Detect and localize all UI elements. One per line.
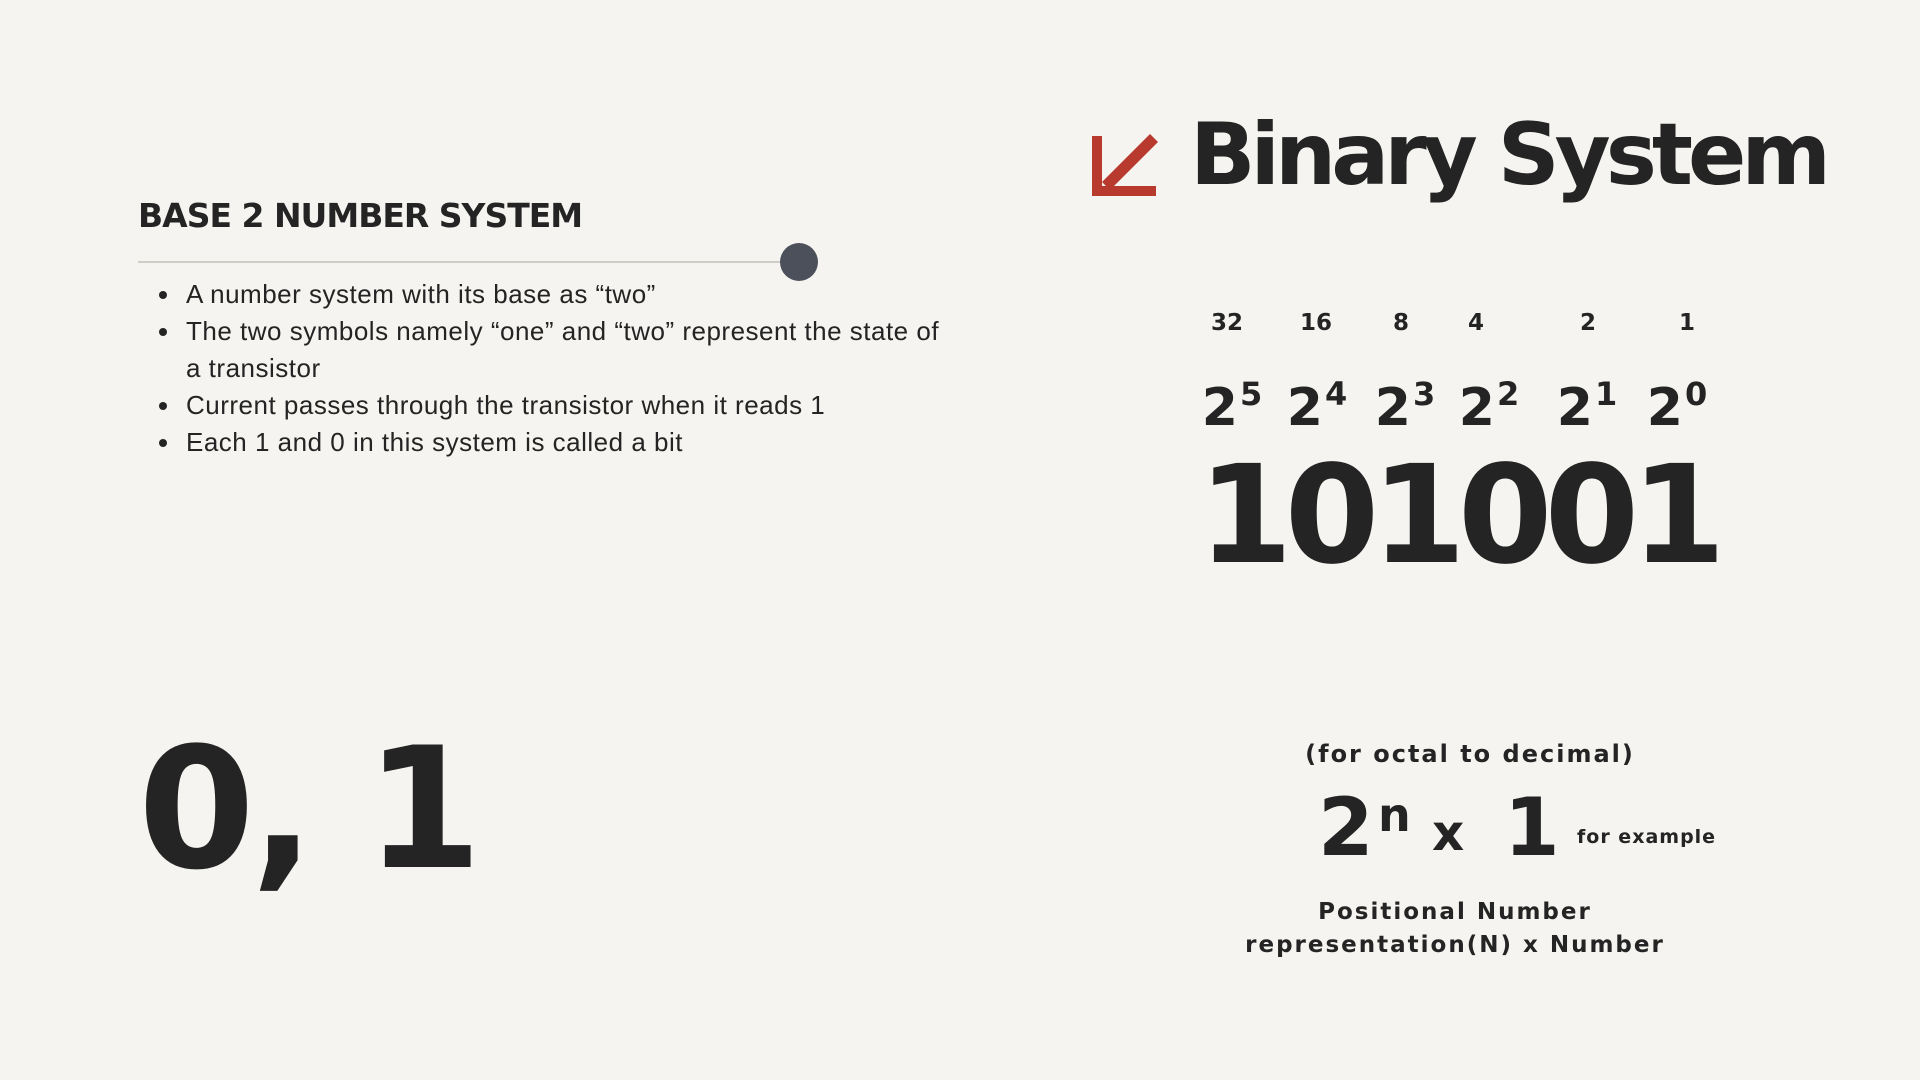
- power-of-two: 25: [1201, 375, 1263, 438]
- place-value: 16: [1299, 310, 1332, 336]
- formula-description: Positional Number representation(N) x Nu…: [1230, 896, 1680, 962]
- formula-base: 2: [1318, 781, 1374, 874]
- power-of-two: 23: [1374, 375, 1436, 438]
- bullet-item: A number system with its base as “two”: [182, 276, 942, 313]
- formula-description-line: representation(N) x Number: [1245, 932, 1665, 958]
- divider-line: [138, 261, 798, 263]
- formula-caption: (for octal to decimal): [1305, 740, 1635, 768]
- formula-number: 1: [1504, 781, 1560, 874]
- power-of-two: 24: [1286, 375, 1348, 438]
- place-value: 4: [1467, 310, 1484, 336]
- page-title: Binary System: [1190, 105, 1831, 205]
- bullet-item: Each 1 and 0 in this system is called a …: [182, 424, 942, 461]
- binary-number: 101001: [1198, 437, 1726, 595]
- bullet-item: Current passes through the transistor wh…: [182, 387, 942, 424]
- power-of-two: 21: [1556, 375, 1618, 438]
- section-heading: BASE 2 NUMBER SYSTEM: [138, 196, 583, 235]
- bullet-list: A number system with its base as “two” T…: [158, 276, 942, 461]
- formula-note: for example: [1577, 826, 1717, 848]
- arrow-down-left-icon: [1090, 130, 1160, 200]
- power-of-two: 20: [1646, 375, 1708, 438]
- power-of-two: 22: [1458, 375, 1520, 438]
- place-value: 32: [1210, 310, 1243, 336]
- bullet-item: The two symbols namely “one” and “two” r…: [182, 313, 942, 387]
- binary-digits: 0, 1: [138, 711, 482, 907]
- formula-description-line: Positional Number: [1318, 899, 1592, 925]
- formula-operator: x: [1432, 804, 1465, 862]
- formula-exponent: n: [1378, 788, 1411, 842]
- place-value: 2: [1579, 310, 1596, 336]
- place-value: 1: [1678, 310, 1695, 336]
- place-value: 8: [1392, 310, 1409, 336]
